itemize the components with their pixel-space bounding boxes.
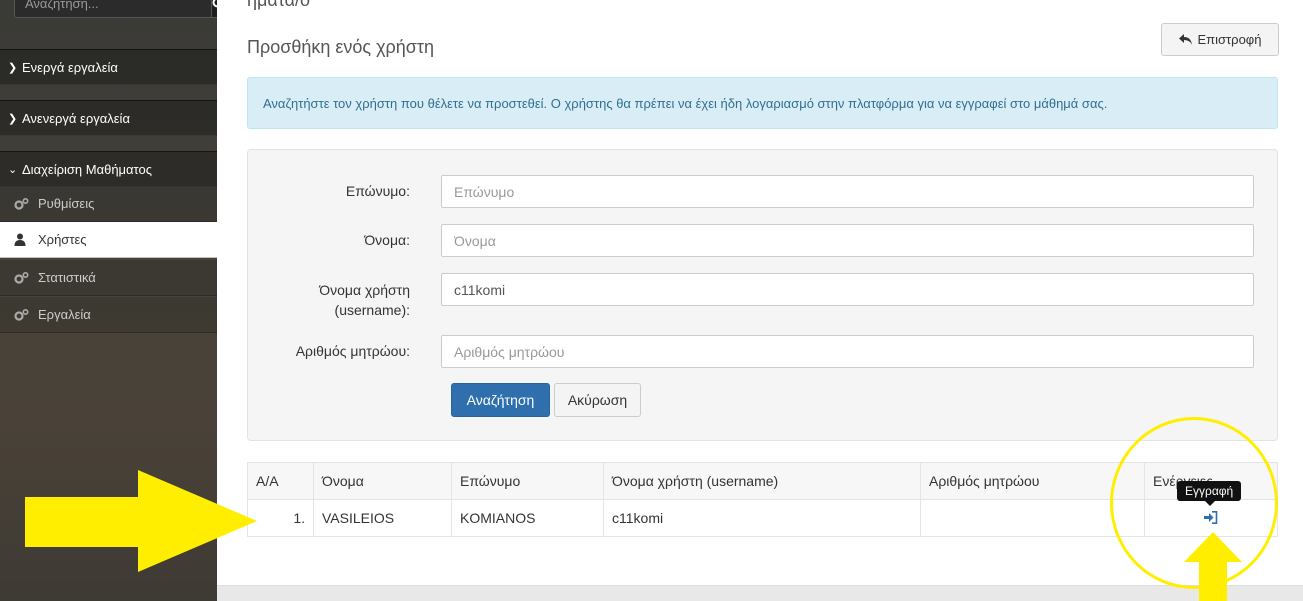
search-button[interactable]: Αναζήτηση xyxy=(451,383,550,417)
register-tooltip: Εγγραφή xyxy=(1177,481,1242,506)
username-label: Όνομα χρήστη (username): xyxy=(319,280,410,320)
sidebar-section-label: Ανενεργά εργαλεία xyxy=(22,110,130,126)
sidebar-section-active-tools[interactable]: ❯ Ενεργά εργαλεία xyxy=(0,49,217,85)
name-field[interactable] xyxy=(441,224,1254,257)
sidebar-section-label: Ενεργά εργαλεία xyxy=(22,59,118,75)
registry-number-label: Αριθμός μητρώου: xyxy=(295,343,410,359)
gears-icon xyxy=(14,271,38,285)
page-title: Προσθήκη ενός χρήστη xyxy=(247,37,435,57)
username-field[interactable] xyxy=(441,273,1254,306)
cancel-button[interactable]: Ακύρωση xyxy=(554,383,641,417)
reply-icon xyxy=(1178,33,1192,45)
cell-name: VASILEIOS xyxy=(313,499,452,537)
username-label-line1: Όνομα χρήστη xyxy=(319,282,410,298)
col-header-surname: Επώνυμο xyxy=(451,462,604,500)
chevron-right-icon: ❯ xyxy=(8,112,18,125)
sidebar-item-statistics[interactable]: Στατιστικά xyxy=(0,260,217,296)
search-form: Επώνυμο: Όνομα: Όνομα χρήστη (username):… xyxy=(247,149,1278,441)
chevron-down-icon: ⌄ xyxy=(8,163,18,176)
sidebar-section-inactive-tools[interactable]: ❯ Ανενεργά εργαλεία xyxy=(0,100,217,136)
footer-strip xyxy=(217,585,1303,601)
gears-icon xyxy=(14,308,38,322)
back-button-label: Επιστροφή xyxy=(1197,32,1262,47)
sidebar-search-input[interactable] xyxy=(14,0,211,18)
annotation-arrow-up-icon xyxy=(1184,532,1242,601)
sidebar-item-settings[interactable]: Ρυθμίσεις xyxy=(0,186,217,222)
sidebar-item-label: Στατιστικά xyxy=(38,270,96,285)
gears-icon xyxy=(14,197,38,211)
cell-username: c11komi xyxy=(603,499,921,537)
registry-number-field[interactable] xyxy=(441,335,1254,368)
col-header-name: Όνομα xyxy=(313,462,452,500)
info-alert: Αναζητήστε τον χρήστη που θέλετε να προσ… xyxy=(247,77,1278,129)
sidebar-item-label: Εργαλεία xyxy=(38,307,91,322)
sidebar-search xyxy=(14,0,226,18)
sidebar-item-users[interactable]: Χρήστες xyxy=(0,222,217,258)
sidebar-section-label: Διαχείριση Μαθήματος xyxy=(22,161,152,177)
user-icon xyxy=(14,233,38,246)
sidebar-item-label: Χρήστες xyxy=(38,232,87,247)
sidebar-item-label: Ρυθμίσεις xyxy=(38,196,95,211)
back-button[interactable]: Επιστροφή xyxy=(1161,23,1279,56)
col-header-username: Όνομα χρήστη (username) xyxy=(603,462,921,500)
annotation-arrow-right-icon xyxy=(25,470,257,572)
name-label: Όνομα: xyxy=(364,232,410,248)
username-label-line2: (username): xyxy=(334,302,410,318)
cell-surname: KOMIANOS xyxy=(451,499,604,537)
breadcrumb-cut: ήματα/ο xyxy=(247,0,311,10)
surname-field[interactable] xyxy=(441,175,1254,208)
chevron-right-icon: ❯ xyxy=(8,61,18,74)
sidebar-item-tools[interactable]: Εργαλεία xyxy=(0,297,217,333)
surname-label: Επώνυμο: xyxy=(345,183,410,199)
sidebar-section-course-admin[interactable]: ⌄ Διαχείριση Μαθήματος xyxy=(0,151,217,187)
